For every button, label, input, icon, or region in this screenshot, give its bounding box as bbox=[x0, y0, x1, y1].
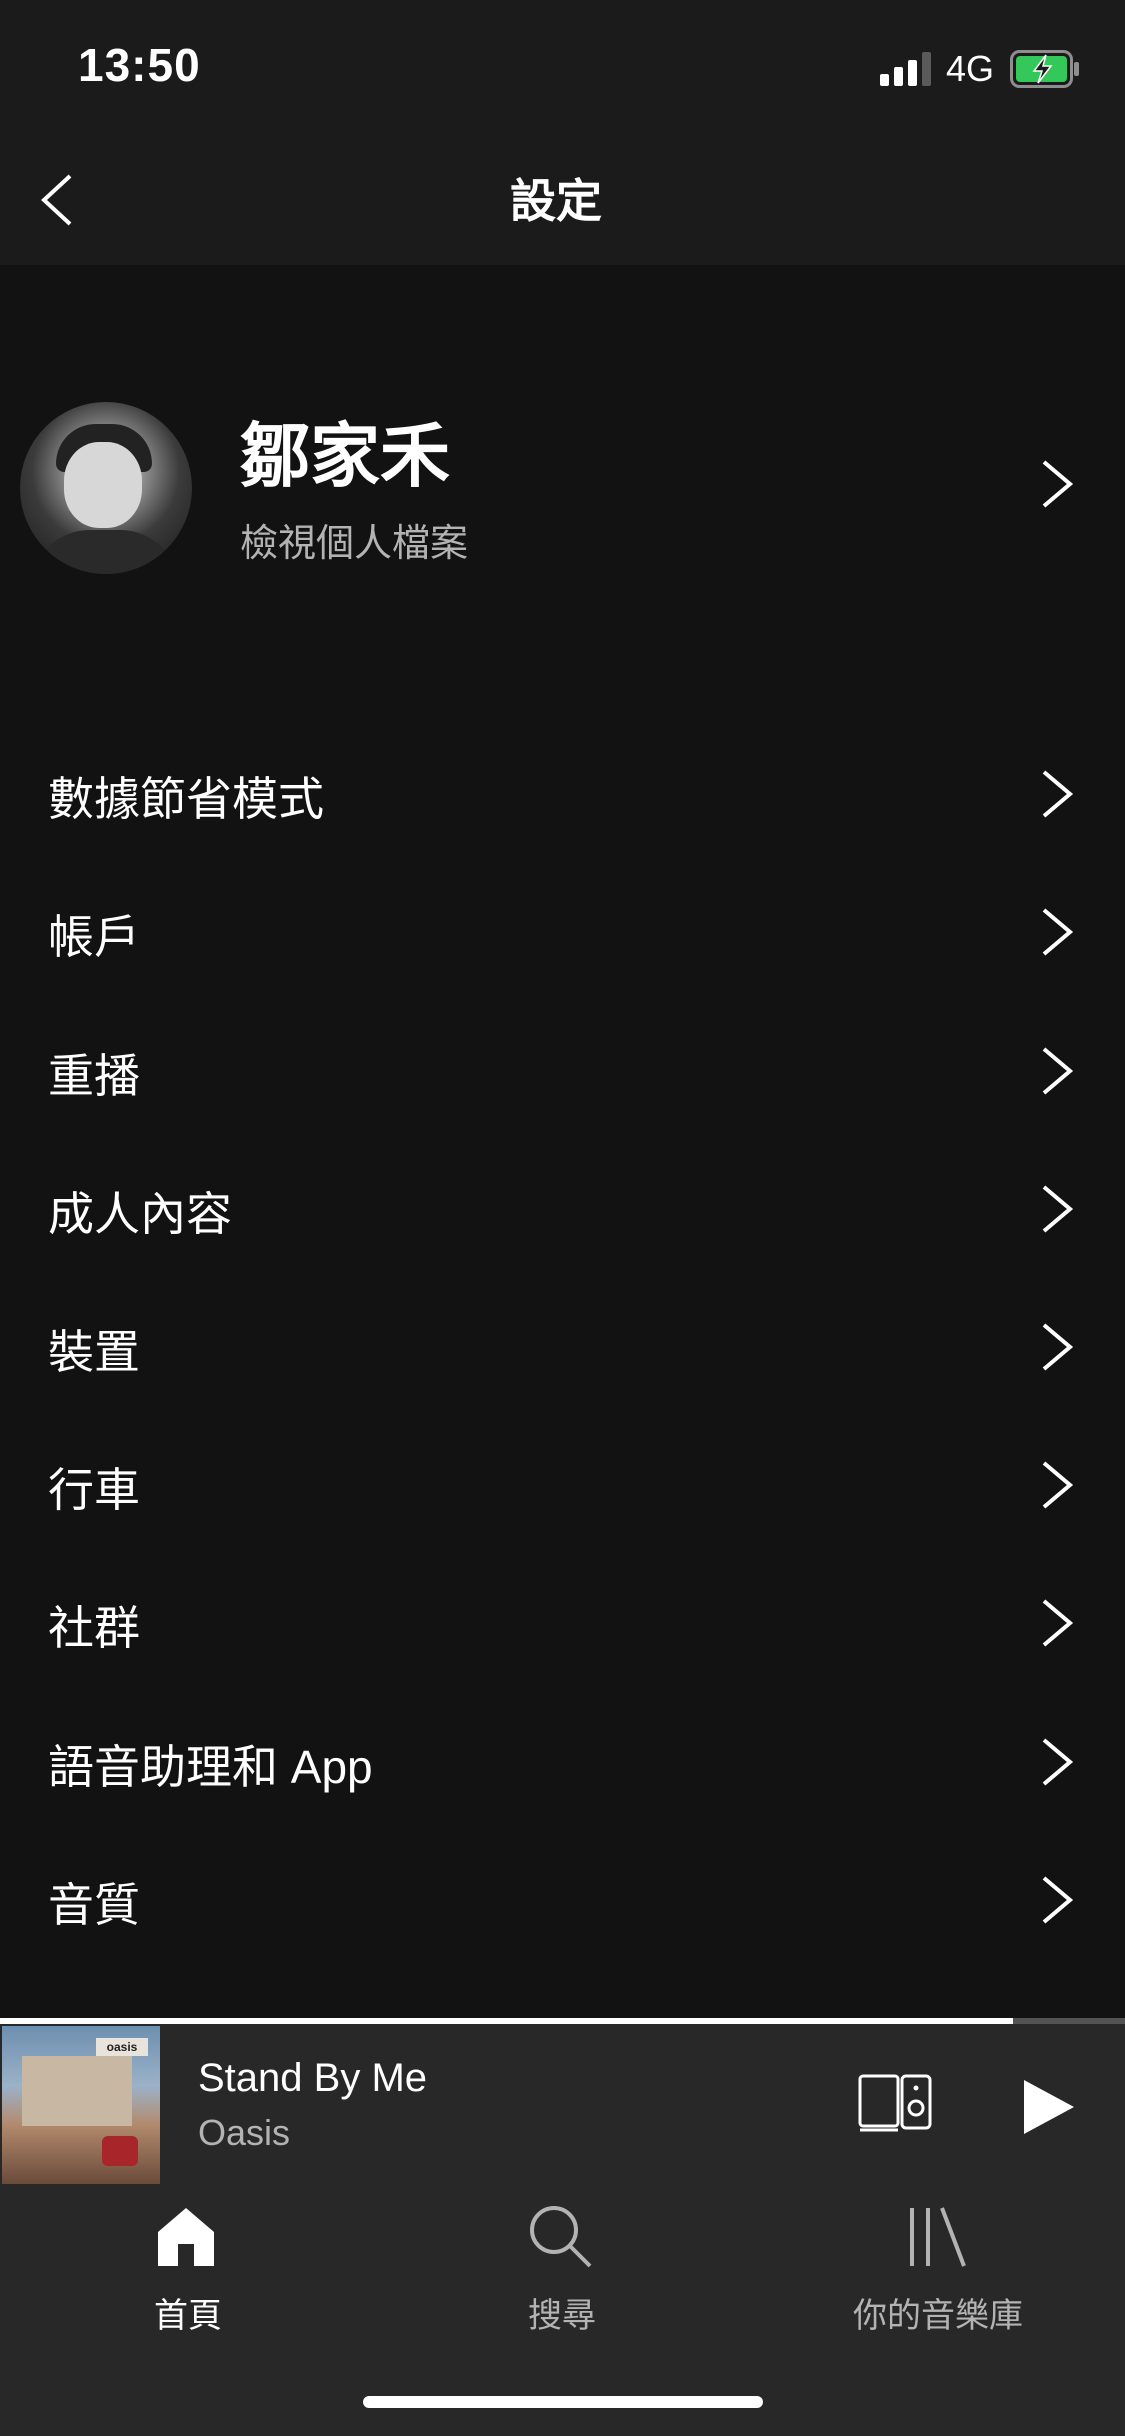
devices-button[interactable] bbox=[856, 2068, 934, 2138]
mini-player[interactable] bbox=[0, 2024, 1125, 2186]
chevron-left-icon bbox=[41, 174, 72, 226]
view-profile-label: 檢視個人檔案 bbox=[240, 523, 469, 565]
profile-chevron-button[interactable] bbox=[1036, 456, 1078, 512]
chevron-right-icon bbox=[1042, 460, 1074, 508]
settings-item-playback[interactable]: 重播 bbox=[48, 1040, 140, 1106]
chevron-right-icon bbox=[1042, 1599, 1074, 1647]
back-button[interactable] bbox=[36, 170, 78, 230]
devices-icon bbox=[858, 2074, 932, 2132]
status-time: 13:50 bbox=[78, 39, 201, 91]
avatar bbox=[20, 402, 192, 574]
album-art-logo: oasis bbox=[106, 2040, 138, 2054]
settings-item-explicit-content[interactable]: 成人內容 bbox=[48, 1178, 232, 1244]
chevron-right-icon bbox=[1042, 1876, 1074, 1924]
search-icon bbox=[530, 2206, 592, 2268]
home-indicator bbox=[363, 2396, 763, 2408]
tab-library-label[interactable]: 你的音樂庫 bbox=[853, 2288, 1023, 2337]
chevron-right-icon bbox=[1042, 1185, 1074, 1233]
settings-item-audio-quality[interactable]: 音質 bbox=[48, 1869, 140, 1935]
signal-icon bbox=[880, 52, 936, 86]
settings-item-account[interactable]: 帳戶 bbox=[48, 901, 140, 967]
album-art: oasis bbox=[2, 2026, 160, 2184]
settings-item-social[interactable]: 社群 bbox=[48, 1592, 140, 1658]
chevron-right-icon bbox=[1042, 908, 1074, 956]
tab-library[interactable] bbox=[900, 2200, 972, 2277]
track-artist: Oasis bbox=[198, 2112, 291, 2153]
play-icon bbox=[1024, 2080, 1074, 2134]
settings-item-car[interactable]: 行車 bbox=[48, 1454, 140, 1520]
tab-home[interactable] bbox=[150, 2200, 222, 2277]
settings-item-voice-assistants-apps[interactable]: 語音助理和 App bbox=[48, 1731, 373, 1797]
car-chevron-button[interactable] bbox=[1036, 1457, 1078, 1513]
chevron-right-icon bbox=[1042, 1047, 1074, 1095]
chevron-right-icon bbox=[1042, 1461, 1074, 1509]
playback-chevron-button[interactable] bbox=[1036, 1043, 1078, 1099]
network-type: 4G bbox=[946, 48, 995, 89]
social-chevron-button[interactable] bbox=[1036, 1595, 1078, 1651]
chevron-right-icon bbox=[1042, 1738, 1074, 1786]
battery-charging-icon bbox=[1010, 50, 1080, 88]
page-title: 設定 bbox=[510, 175, 602, 227]
data-saver-chevron-button[interactable] bbox=[1036, 766, 1078, 822]
audio-quality-chevron-button[interactable] bbox=[1036, 1872, 1078, 1928]
voice-assistants-chevron-button[interactable] bbox=[1036, 1734, 1078, 1790]
play-button[interactable] bbox=[1016, 2074, 1078, 2140]
settings-item-data-saver[interactable]: 數據節省模式 bbox=[48, 763, 324, 829]
tab-search-label[interactable]: 搜尋 bbox=[528, 2288, 596, 2337]
track-title: Stand By Me bbox=[198, 2056, 428, 2100]
explicit-content-chevron-button[interactable] bbox=[1036, 1181, 1078, 1237]
settings-item-devices[interactable]: 裝置 bbox=[48, 1316, 140, 1382]
tab-search[interactable] bbox=[524, 2200, 596, 2277]
chevron-right-icon bbox=[1042, 1323, 1074, 1371]
chevron-right-icon bbox=[1042, 770, 1074, 818]
profile-name: 鄒家禾 bbox=[240, 417, 450, 495]
devices-chevron-button[interactable] bbox=[1036, 1319, 1078, 1375]
tab-home-label[interactable]: 首頁 bbox=[154, 2288, 222, 2337]
account-chevron-button[interactable] bbox=[1036, 904, 1078, 960]
library-icon bbox=[910, 2207, 966, 2267]
home-icon bbox=[158, 2208, 214, 2266]
